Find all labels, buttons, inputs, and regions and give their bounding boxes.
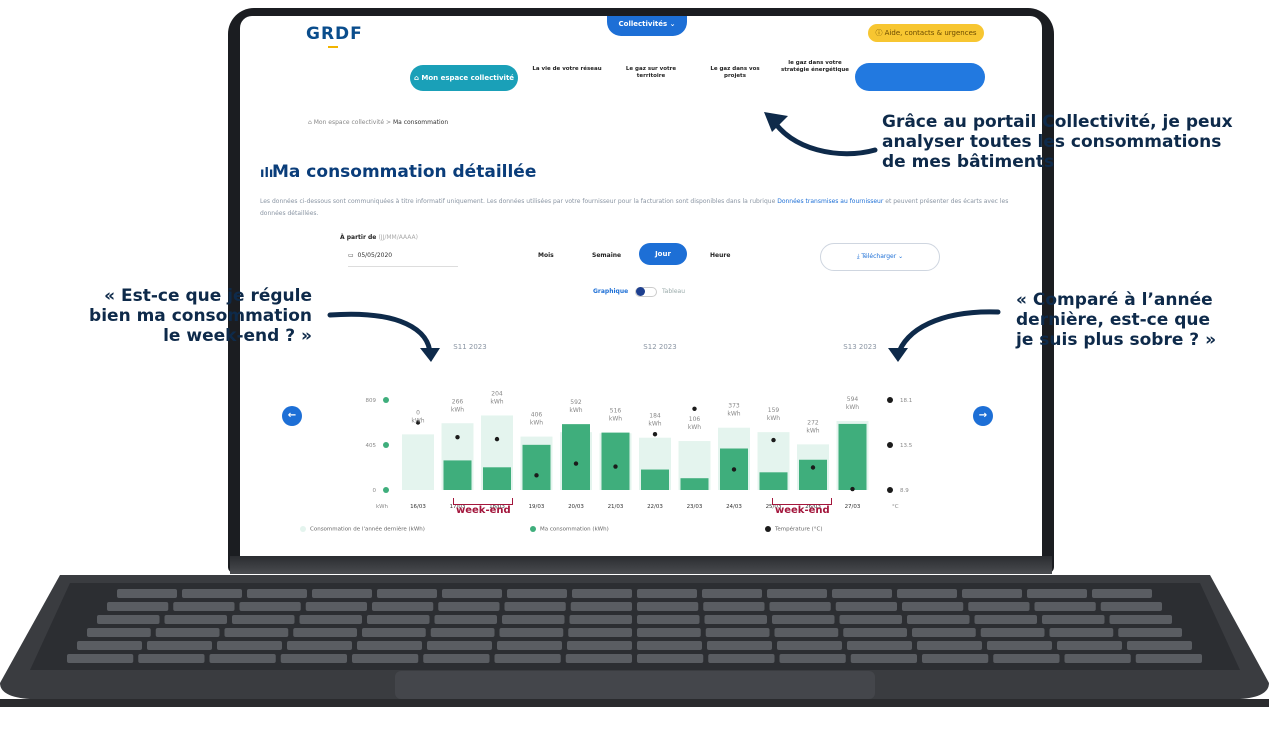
arrow-left [327, 311, 433, 358]
annotation-arrows [327, 112, 1001, 362]
arrow-top [769, 115, 878, 157]
arrow-right [895, 309, 1001, 358]
